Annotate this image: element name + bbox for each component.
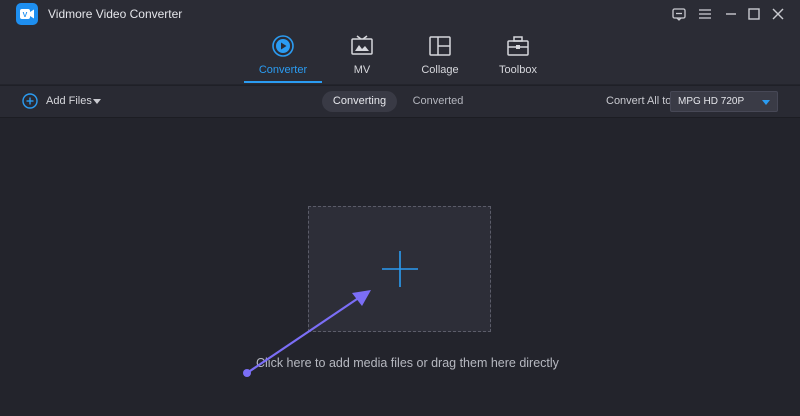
maximize-icon[interactable] [745,5,763,23]
mv-icon [351,35,373,55]
tab-converted[interactable]: Converted [404,91,472,112]
convert-all-label: Convert All to: [606,95,675,107]
main-nav: Converter MV Collage Toolbox [0,28,800,84]
add-files-button[interactable]: Add Files [22,93,104,111]
tab-collage-label: Collage [421,64,459,76]
tab-collage[interactable]: Collage [400,34,480,84]
chevron-down-icon[interactable] [93,99,101,105]
active-tab-indicator [244,81,322,83]
close-icon[interactable] [769,5,787,23]
toolbar: Add Files Converting Converted Convert A… [0,85,800,118]
plus-icon [382,251,418,287]
toolbox-icon [507,36,529,56]
menu-icon[interactable] [696,5,714,23]
tab-converting[interactable]: Converting [322,91,397,112]
output-format-select[interactable]: MPG HD 720P [670,91,778,112]
tab-mv[interactable]: MV [322,34,402,84]
title-bar: V Vidmore Video Converter [0,0,800,28]
collage-icon [429,36,451,56]
tab-toolbox-label: Toolbox [499,64,537,76]
add-media-drop-zone[interactable] [308,206,491,332]
tab-mv-label: MV [353,64,371,76]
add-files-label: Add Files [46,95,92,107]
feedback-icon[interactable] [670,5,688,23]
converter-icon [272,35,294,57]
app-title: Vidmore Video Converter [48,7,183,21]
tab-toolbox[interactable]: Toolbox [478,34,558,84]
main-area: Click here to add media files or drag th… [0,119,800,416]
output-format-value: MPG HD 720P [678,96,745,107]
tab-converter-label: Converter [258,64,308,76]
app-logo-icon: V [16,3,38,25]
minimize-icon[interactable] [722,5,740,23]
svg-text:V: V [23,12,28,19]
dropdown-caret-icon [762,100,770,105]
tab-converter[interactable]: Converter [243,34,323,84]
drop-hint-text: Click here to add media files or drag th… [256,356,559,370]
add-circle-icon [22,93,38,109]
